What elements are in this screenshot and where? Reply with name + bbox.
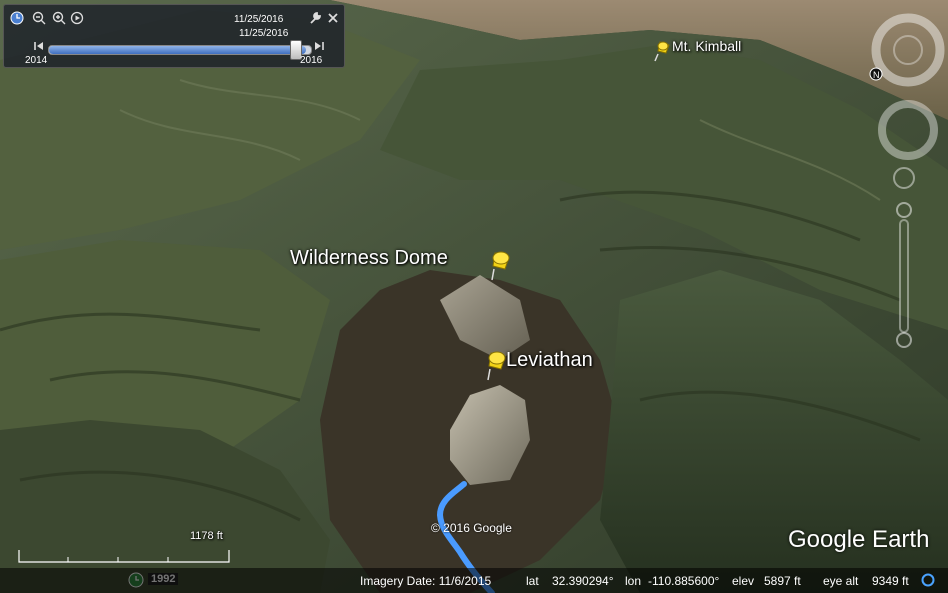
end-year: 2016 (300, 55, 323, 66)
streaming-indicator-icon (921, 573, 935, 587)
scale-label: 1178 ft (190, 530, 223, 542)
placemark-wilderness-dome[interactable]: Wilderness Dome (290, 247, 515, 286)
time-slider-panel[interactable]: 11/25/2016 11/25/2016 2014 2016 (3, 4, 345, 68)
eye-alt-value: 9349 ft (872, 574, 909, 588)
scale-bar: 1178 ft (18, 530, 230, 564)
elev-label: elev (732, 574, 755, 588)
time-slider-track[interactable] (48, 40, 312, 60)
north-compass-icon[interactable]: N (869, 67, 883, 81)
terrain-view[interactable] (0, 0, 948, 593)
start-year: 2014 (25, 55, 48, 66)
move-ring[interactable] (878, 100, 938, 160)
lon-value: -110.885600° (648, 574, 720, 588)
time-slider-fill (49, 46, 306, 54)
placemark-label: Leviathan (506, 349, 593, 371)
imagery-date: Imagery Date: 11/6/2015 (360, 574, 492, 588)
skip-forward-icon[interactable] (313, 40, 325, 52)
look-ring[interactable] (871, 13, 945, 87)
placemark-label: Mt. Kimball (672, 38, 742, 54)
settings-wrench-icon[interactable] (308, 11, 322, 25)
zoom-in-icon[interactable] (52, 11, 66, 25)
zoom-slider[interactable] (896, 202, 912, 348)
current-date: 11/25/2016 (239, 28, 289, 39)
close-icon[interactable] (326, 11, 340, 25)
clock-icon[interactable] (10, 11, 24, 25)
lat-label: lat (526, 574, 539, 588)
play-icon[interactable] (70, 11, 84, 25)
placemark-mt-kimball[interactable]: Mt. Kimball (654, 38, 741, 67)
scale-ruler (18, 550, 230, 563)
copyright-text: © 2016 Google (431, 521, 512, 535)
lon-label: lon (625, 574, 642, 588)
lat-value: 32.390294° (552, 574, 614, 588)
zoom-out-icon[interactable] (32, 11, 46, 25)
street-view-icon[interactable] (893, 167, 915, 189)
skip-back-icon[interactable] (33, 40, 45, 52)
google-earth-logo: Google Earth (788, 526, 930, 553)
placemark-leviathan[interactable]: Leviathan (483, 349, 593, 386)
navigation-controls[interactable]: N (862, 10, 948, 370)
status-bar: Imagery Date: 11/6/2015 lat 32.390294° l… (0, 568, 948, 593)
eye-alt-label: eye alt (823, 574, 859, 588)
top-date: 11/25/2016 (234, 14, 284, 25)
pushpin-icon (654, 41, 670, 62)
elev-value: 5897 ft (764, 574, 801, 588)
svg-text:N: N (873, 70, 880, 80)
pushpin-icon (491, 251, 510, 281)
placemark-label: Wilderness Dome (290, 247, 448, 269)
